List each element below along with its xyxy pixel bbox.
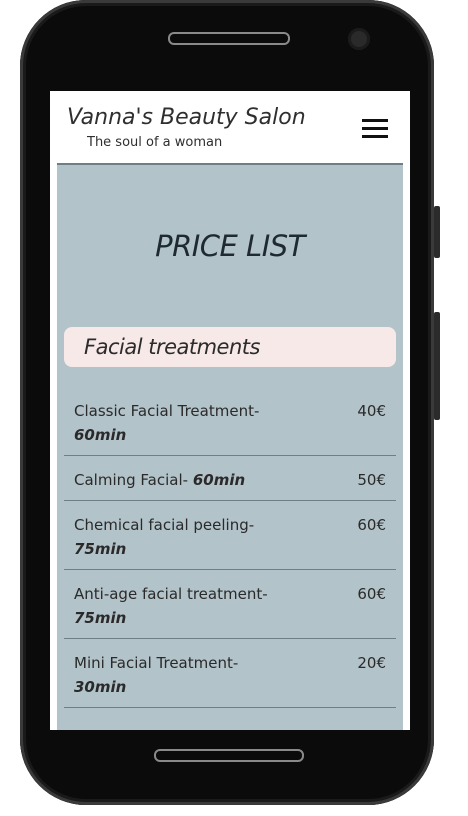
treatment-price: 50€ xyxy=(357,471,386,489)
treatment-duration: 75min xyxy=(74,609,127,627)
volume-button xyxy=(434,206,440,258)
price-row: Anti-age facial treatment- 75min 60€ xyxy=(64,570,396,639)
price-row: Calming Facial- 60min 50€ xyxy=(64,456,396,501)
treatment-name: Classic Facial Treatment- 60min xyxy=(74,402,260,444)
earpiece-speaker xyxy=(168,32,290,45)
treatment-price: 60€ xyxy=(357,516,386,534)
treatment-price: 20€ xyxy=(357,654,386,672)
page-title: PRICE LIST xyxy=(155,229,305,263)
site-tagline: The soul of a woman xyxy=(87,135,223,150)
treatment-duration: 60min xyxy=(192,471,246,489)
site-header: Vanna's Beauty Salon The soul of a woman xyxy=(50,91,410,163)
treatment-duration: 30min xyxy=(74,678,127,696)
treatment-name: Calming Facial- 60min xyxy=(74,471,246,489)
hamburger-icon[interactable] xyxy=(362,119,388,139)
price-list-section: PRICE LIST Facial treatments Classic Fac… xyxy=(57,163,403,730)
treatment-duration: 75min xyxy=(74,540,127,558)
power-button xyxy=(434,312,440,420)
treatment-duration: 60min xyxy=(74,426,127,444)
price-row: Chemical facial peeling- 75min 60€ xyxy=(64,501,396,570)
bottom-speaker xyxy=(154,749,304,762)
treatment-price: 40€ xyxy=(357,402,386,420)
price-row: Mini Facial Treatment- 30min 20€ xyxy=(64,639,396,708)
price-row: Classic Facial Treatment- 60min 40€ xyxy=(64,387,396,456)
treatment-name: Chemical facial peeling- 75min xyxy=(74,516,255,558)
front-camera xyxy=(348,28,370,50)
phone-screen: Vanna's Beauty Salon The soul of a woman… xyxy=(50,91,410,730)
category-label: Facial treatments xyxy=(84,335,260,359)
site-brand[interactable]: Vanna's Beauty Salon xyxy=(67,105,306,130)
treatment-name: Anti-age facial treatment- 75min xyxy=(74,585,268,627)
price-list: Classic Facial Treatment- 60min 40€ Calmi… xyxy=(64,387,396,708)
treatment-name: Mini Facial Treatment- 30min xyxy=(74,654,239,696)
category-header: Facial treatments xyxy=(64,327,396,367)
treatment-price: 60€ xyxy=(357,585,386,603)
